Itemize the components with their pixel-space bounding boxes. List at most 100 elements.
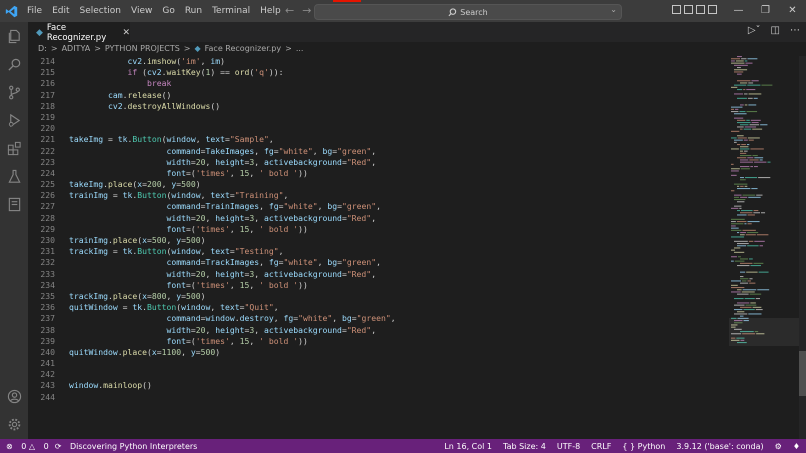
scrollbar-thumb[interactable] [799,351,806,396]
code-line[interactable]: 214 cv2.imshow('im', im) [28,56,728,67]
breadcrumb-symbol[interactable]: ... [296,44,304,53]
code-line[interactable]: 218 cv2.destroyAllWindows() [28,101,728,112]
minimap-line [740,82,748,84]
settings-gear-icon[interactable] [6,416,22,432]
code-line[interactable]: 239 font=('times', 15, ' bold ')) [28,336,728,347]
code-line[interactable]: 220 [28,123,728,134]
toggle-sidebar-icon[interactable] [672,5,681,14]
code-line[interactable]: 235 trackImg.place(x=800, y=500) [28,291,728,302]
code-line[interactable]: 222 command=TakeImages, fg="white", bg="… [28,146,728,157]
cursor-position[interactable]: Ln 16, Col 1 [444,442,492,451]
minimap-line [753,262,764,264]
forward-arrow-icon[interactable]: → [302,4,311,17]
menu-terminal[interactable]: Terminal [207,6,255,16]
tab-face-recognizer[interactable]: ◆ Face Recognizer.py ✕ [28,22,130,43]
code-token: destroy [239,313,274,324]
account-icon[interactable] [6,388,22,404]
menu-help[interactable]: Help [255,6,286,16]
code-token: "Red" [346,212,372,223]
code-line[interactable]: 232 command=TrackImages, fg="white", bg=… [28,257,728,268]
command-center-search[interactable]: Search ⌄ [314,4,622,20]
code-line[interactable]: 234 font=('times', 15, ' bold ')) [28,280,728,291]
code-line[interactable]: 225 takeImg.place(x=200, y=500) [28,179,728,190]
code-line[interactable]: 216 break [28,78,728,89]
remote-explorer-icon[interactable] [6,196,22,212]
problems-indicator[interactable]: ⊗ 0 △ 0 [6,442,49,451]
back-arrow-icon[interactable]: ← [285,4,294,17]
code-text: window.mainloop() [69,380,152,391]
extensions-icon[interactable] [6,140,22,156]
menu-selection[interactable]: Selection [75,6,126,16]
code-token: =( [185,167,196,178]
search-view-icon[interactable] [6,56,22,72]
code-token: , [268,134,274,145]
code-line[interactable]: 228 width=20, height=3, activebackground… [28,213,728,224]
toggle-secondary-sidebar-icon[interactable] [696,5,705,14]
menu-go[interactable]: Go [157,6,179,16]
split-editor-icon[interactable]: ◫ [771,25,780,36]
breadcrumb-file[interactable]: Face Recognizer.py [205,44,281,53]
close-tab-icon[interactable]: ✕ [122,28,130,38]
code-editor[interactable]: 214 cv2.imshow('im', im) 215 if (cv2.wait… [28,56,728,439]
code-line[interactable]: 238 width=20, height=3, activebackground… [28,325,728,336]
code-line[interactable]: 224 font=('times', 15, ' bold ')) [28,168,728,179]
breadcrumb-folder-projects[interactable]: PYTHON PROJECTS [105,44,180,53]
code-token: 15 [239,167,250,178]
minimap-viewport[interactable] [729,318,799,346]
code-line[interactable]: 241 [28,358,728,369]
code-line[interactable]: 231 trackImg = tk.Button(window, text="Te… [28,246,728,257]
explorer-icon[interactable] [6,28,22,44]
menu-view[interactable]: View [126,6,157,16]
language-mode[interactable]: { } Python [622,442,665,451]
customize-layout-icon[interactable] [708,5,717,14]
code-line[interactable]: 219 [28,112,728,123]
menu-edit[interactable]: Edit [47,6,74,16]
status-task[interactable]: ⟳ Discovering Python Interpreters [55,442,198,451]
code-line[interactable]: 229 font=('times', 15, ' bold ')) [28,224,728,235]
encoding[interactable]: UTF-8 [557,442,580,451]
close-window-icon[interactable]: ✕ [779,0,806,22]
code-line[interactable]: 217 cam.release() [28,90,728,101]
breadcrumb-drive[interactable]: D: [38,44,47,53]
chevron-down-icon[interactable]: ⌄ [610,5,617,14]
code-line[interactable]: 243 window.mainloop() [28,380,728,391]
code-line[interactable]: 215 if (cv2.waitKey(1) == ord('q')): [28,67,728,78]
minimap-line [740,262,753,264]
run-debug-icon[interactable] [6,112,22,128]
code-token: TakeImages [205,145,255,156]
code-line[interactable]: 227 command=TrainImages, fg="white", bg=… [28,201,728,212]
code-line[interactable]: 240 quitWindow.place(x=1100, y=500) [28,347,728,358]
minimap-line [744,223,747,225]
minimap-line [740,177,745,179]
menu-file[interactable]: File [22,6,47,16]
python-file-icon: ◆ [36,27,43,38]
minimize-icon[interactable]: — [725,0,752,22]
end-of-line[interactable]: CRLF [591,442,611,451]
testing-flask-icon[interactable] [6,168,22,184]
code-line[interactable]: 244 [28,392,728,403]
restore-icon[interactable]: ❐ [752,0,779,22]
feedback-icon[interactable]: ⚙ [775,442,782,451]
more-actions-icon[interactable]: ⋯ [790,25,800,36]
code-line[interactable]: 221 takeImg = tk.Button(window, text="Sam… [28,134,728,145]
code-line[interactable]: 233 width=20, height=3, activebackground… [28,269,728,280]
code-line[interactable]: 237 command=window.destroy, fg="white", … [28,313,728,324]
code-token: 'im' [181,56,201,66]
toggle-panel-icon[interactable] [684,5,693,14]
indentation[interactable]: Tab Size: 4 [503,442,546,451]
code-line[interactable]: 226 trainImg = tk.Button(window, text="Tr… [28,190,728,201]
menu-run[interactable]: Run [180,6,207,16]
python-interpreter[interactable]: 3.9.12 ('base': conda) [676,442,763,451]
source-control-icon[interactable] [6,84,22,100]
code-line[interactable]: 242 [28,369,728,380]
editor-scrollbar[interactable] [799,56,806,439]
breadcrumb-folder-aditya[interactable]: ADITYA [62,44,91,53]
minimap-line [740,276,744,278]
code-line[interactable]: 223 width=20, height=3, activebackground… [28,157,728,168]
minimap[interactable] [729,56,799,439]
code-token: )) [298,167,308,178]
notifications-bell-icon[interactable]: ♦ [793,442,800,451]
code-line[interactable]: 230 trainImg.place(x=500, y=500) [28,235,728,246]
run-python-file-icon[interactable]: ▷ˇ [748,25,761,36]
code-line[interactable]: 236 quitWindow = tk.Button(window, text="… [28,302,728,313]
